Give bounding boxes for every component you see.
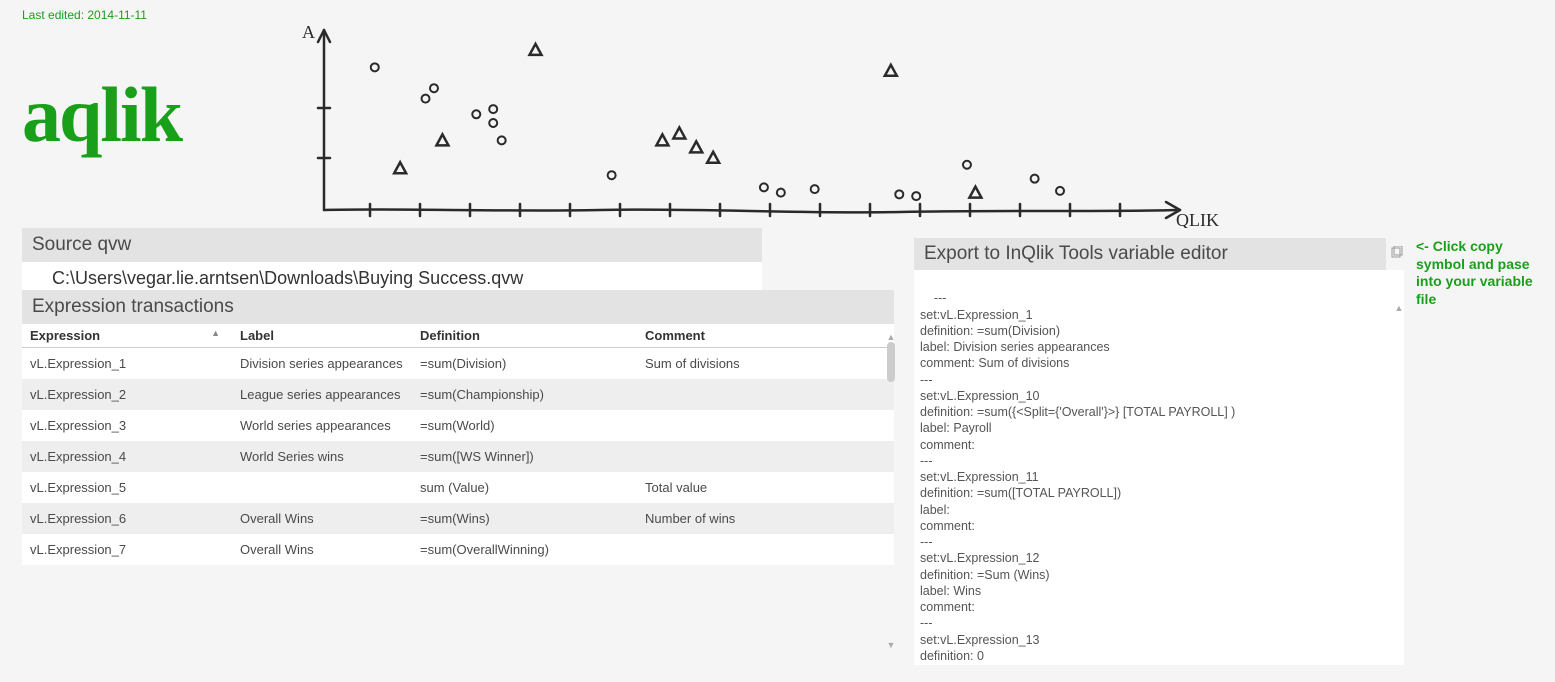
export-header: Export to InQlik Tools variable editor: [914, 238, 1386, 270]
cell-label[interactable]: Overall Wins: [232, 503, 412, 534]
chart-point: [912, 192, 920, 200]
cell-label[interactable]: Overall Wins: [232, 534, 412, 565]
chart-point: [656, 134, 668, 145]
source-qvw-header: Source qvw: [22, 228, 762, 262]
table-row[interactable]: vL.Expression_2League series appearances…: [22, 379, 894, 410]
cell-definition[interactable]: =sum([WS Winner]): [412, 441, 637, 472]
table-row[interactable]: vL.Expression_1Division series appearanc…: [22, 348, 894, 380]
last-edited-label: Last edited: 2014-11-11: [22, 8, 147, 22]
scroll-down-icon[interactable]: ▼: [886, 640, 896, 650]
export-panel: Export to InQlik Tools variable editor -…: [914, 238, 1404, 665]
table-row[interactable]: vL.Expression_4World Series wins=sum([WS…: [22, 441, 894, 472]
scroll-up-icon[interactable]: ▲: [1394, 303, 1404, 313]
cell-comment[interactable]: Total value: [637, 472, 894, 503]
sort-asc-icon: ▲: [211, 328, 220, 338]
cell-label[interactable]: League series appearances: [232, 379, 412, 410]
cell-definition[interactable]: sum (Value): [412, 472, 637, 503]
col-header-expression[interactable]: Expression▲: [22, 324, 232, 348]
cell-definition[interactable]: =sum(Wins): [412, 503, 637, 534]
chart-point: [969, 187, 981, 198]
chart-point: [673, 127, 685, 138]
cell-definition[interactable]: =sum(Championship): [412, 379, 637, 410]
expression-transactions-panel: Expression transactions Expression▲ Labe…: [22, 290, 894, 565]
cell-definition[interactable]: =sum(World): [412, 410, 637, 441]
expression-table[interactable]: Expression▲ Label Definition Comment vL.…: [22, 324, 894, 565]
cell-expression[interactable]: vL.Expression_5: [22, 472, 232, 503]
cell-comment[interactable]: [637, 534, 894, 565]
scroll-thumb[interactable]: [887, 342, 895, 382]
chart-point: [707, 152, 719, 163]
cell-label[interactable]: Division series appearances: [232, 348, 412, 380]
chart-point: [371, 63, 379, 71]
copy-hint-text: <- Click copy symbol and pase into your …: [1416, 238, 1536, 308]
col-header-label[interactable]: Label: [232, 324, 412, 348]
chart-point: [1031, 175, 1039, 183]
export-scrollbar[interactable]: ▲ ▼: [1394, 270, 1404, 665]
cell-definition[interactable]: =sum(OverallWinning): [412, 534, 637, 565]
cell-label[interactable]: World Series wins: [232, 441, 412, 472]
chart-point: [498, 136, 506, 144]
chart-point: [530, 44, 542, 55]
table-row[interactable]: vL.Expression_5 sum (Value)Total value: [22, 472, 894, 503]
chart-point: [1056, 187, 1064, 195]
chart-point: [430, 84, 438, 92]
table-row[interactable]: vL.Expression_3World series appearances=…: [22, 410, 894, 441]
chart-point: [963, 161, 971, 169]
cell-label[interactable]: World series appearances: [232, 410, 412, 441]
cell-comment[interactable]: [637, 410, 894, 441]
chart-point: [760, 183, 768, 191]
chart-point: [436, 134, 448, 145]
cell-comment[interactable]: Number of wins: [637, 503, 894, 534]
chart-point: [489, 119, 497, 127]
table-row[interactable]: vL.Expression_6Overall Wins=sum(Wins)Num…: [22, 503, 894, 534]
chart-x-label: QLIK: [1176, 210, 1219, 228]
source-qvw-panel: Source qvw C:\Users\vegar.lie.arntsen\Do…: [22, 228, 762, 295]
chart-point: [422, 95, 430, 103]
cell-expression[interactable]: vL.Expression_4: [22, 441, 232, 472]
chart-point: [489, 105, 497, 113]
copy-icon[interactable]: [1386, 246, 1404, 263]
cell-label[interactable]: [232, 472, 412, 503]
cell-expression[interactable]: vL.Expression_2: [22, 379, 232, 410]
chart-point: [394, 162, 406, 173]
cell-expression[interactable]: vL.Expression_3: [22, 410, 232, 441]
aqlik-logo: aqlik: [22, 70, 181, 160]
chart-y-label: A: [302, 22, 315, 42]
chart-point: [895, 190, 903, 198]
cell-definition[interactable]: =sum(Division): [412, 348, 637, 380]
cell-expression[interactable]: vL.Expression_7: [22, 534, 232, 565]
chart-point: [777, 189, 785, 197]
cell-expression[interactable]: vL.Expression_1: [22, 348, 232, 380]
col-header-comment[interactable]: Comment: [637, 324, 894, 348]
scroll-up-icon[interactable]: ▲: [886, 332, 896, 342]
chart-point: [690, 141, 702, 152]
col-header-definition[interactable]: Definition: [412, 324, 637, 348]
expression-transactions-header: Expression transactions: [22, 290, 894, 324]
chart-point: [472, 110, 480, 118]
export-body[interactable]: --- set:vL.Expression_1 definition: =sum…: [914, 270, 1404, 665]
chart-point: [608, 171, 616, 179]
scatter-chart: A QLIK: [300, 18, 1240, 228]
cell-expression[interactable]: vL.Expression_6: [22, 503, 232, 534]
table-scrollbar[interactable]: ▲ ▼: [886, 332, 896, 652]
cell-comment[interactable]: Sum of divisions: [637, 348, 894, 380]
cell-comment[interactable]: [637, 441, 894, 472]
cell-comment[interactable]: [637, 379, 894, 410]
table-row[interactable]: vL.Expression_7Overall Wins=sum(OverallW…: [22, 534, 894, 565]
chart-point: [885, 65, 897, 76]
chart-point: [811, 185, 819, 193]
